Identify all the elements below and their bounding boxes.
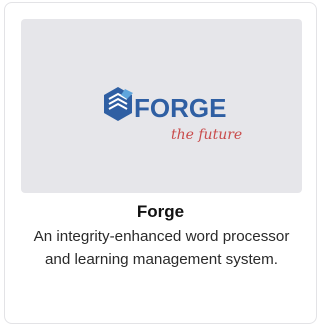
app-thumbnail: FORGE the future: [21, 19, 302, 193]
hexagon-stacked-layers-icon: [104, 87, 133, 121]
logo-tagline: the future: [171, 127, 242, 143]
app-card[interactable]: FORGE the future Forge An integrity-enha…: [4, 2, 317, 324]
logo-word: FORGE: [134, 93, 226, 123]
app-title: Forge: [136, 202, 185, 221]
app-description: An integrity-enhanced word processor and…: [33, 228, 290, 268]
forge-logo: FORGE the future: [104, 87, 242, 143]
